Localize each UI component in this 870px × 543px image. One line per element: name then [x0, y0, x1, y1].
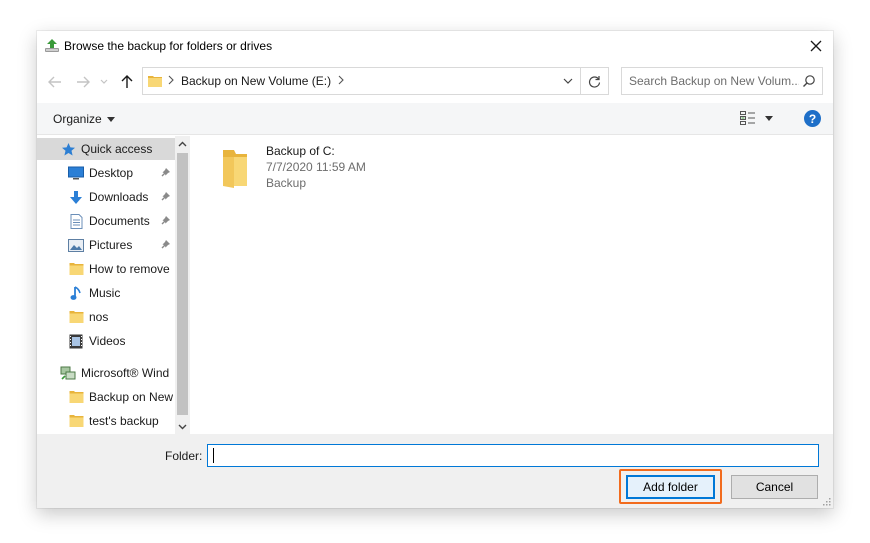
nav-item-label: nos — [89, 310, 109, 324]
file-type: Backup — [266, 176, 307, 190]
folder-input[interactable] — [207, 444, 819, 467]
add-folder-button[interactable]: Add folder — [626, 475, 715, 499]
nav-item-tests-backup[interactable]: test's backup — [37, 410, 175, 432]
backup-browse-icon — [45, 39, 59, 52]
arrow-left-icon — [48, 76, 61, 88]
command-toolbar: Organize ? — [37, 103, 833, 135]
navigation-pane-scrollbar[interactable] — [175, 136, 190, 434]
chevron-right-icon[interactable] — [168, 75, 174, 85]
network-icon — [60, 365, 76, 381]
text-cursor — [213, 448, 214, 463]
arrow-up-icon — [121, 75, 133, 88]
refresh-icon — [588, 75, 601, 88]
up-button[interactable] — [117, 72, 137, 92]
nav-item-backup-on-new[interactable]: Backup on New — [37, 386, 175, 408]
help-button[interactable]: ? — [804, 110, 821, 127]
dialog-footer: Folder: Add folder Cancel — [37, 434, 833, 508]
folder-icon — [148, 76, 162, 87]
pin-icon — [161, 168, 170, 177]
caret-down-icon — [765, 115, 773, 121]
address-path[interactable]: Backup on New Volume (E:) — [181, 74, 331, 88]
navigation-bar: Backup on New Volume (E:) — [37, 61, 833, 103]
address-history-dropdown[interactable] — [558, 68, 578, 94]
nav-item-label: Pictures — [89, 238, 133, 252]
search-icon[interactable] — [802, 74, 816, 88]
folder-icon — [223, 150, 247, 188]
title-bar: Browse the backup for folders or drives — [37, 31, 833, 61]
scroll-thumb[interactable] — [177, 153, 188, 415]
file-date: 7/7/2020 11:59 AM — [266, 160, 366, 174]
nav-item-music[interactable]: Music — [37, 282, 175, 304]
nav-item-pictures[interactable]: Pictures — [37, 234, 175, 256]
nav-item-label: Documents — [89, 214, 150, 228]
search-box[interactable] — [621, 67, 823, 95]
nav-item-downloads[interactable]: Downloads — [37, 186, 175, 208]
file-name: Backup of C: — [266, 144, 335, 158]
chevron-down-icon — [100, 79, 108, 84]
star-icon — [60, 141, 76, 157]
scroll-down-button[interactable] — [175, 419, 190, 434]
close-icon — [810, 40, 822, 52]
search-input[interactable] — [629, 74, 799, 88]
nav-item-how-to-remove[interactable]: How to remove — [37, 258, 175, 280]
window-title: Browse the backup for folders or drives — [64, 39, 273, 53]
desktop-icon — [68, 165, 84, 181]
nav-item-label: Quick access — [81, 142, 153, 156]
music-icon — [68, 285, 84, 301]
nav-item-label: Microsoft® Wind — [81, 366, 170, 380]
file-item-backup-of-c[interactable]: Backup of C: 7/7/2020 11:59 AM Backup — [215, 141, 415, 195]
pin-icon — [161, 216, 170, 225]
file-list: Backup of C: 7/7/2020 11:59 AM Backup — [190, 136, 833, 434]
pin-icon — [161, 240, 170, 249]
chevron-down-icon — [563, 78, 573, 84]
nav-item-label: Backup on New — [89, 390, 174, 404]
scroll-up-button[interactable] — [175, 136, 190, 151]
organize-label: Organize — [53, 112, 102, 126]
nav-item-label: test's backup — [89, 414, 159, 428]
nav-item-quick-access[interactable]: Quick access — [37, 138, 175, 160]
organize-menu[interactable]: Organize — [53, 112, 115, 126]
chevron-down-icon — [178, 424, 187, 429]
refresh-button[interactable] — [580, 68, 608, 94]
resize-grip-icon[interactable] — [821, 496, 831, 506]
browse-dialog: Browse the backup for folders or drives — [37, 31, 833, 508]
navigation-pane: Quick access Desktop Downloads Documents — [37, 136, 190, 434]
nav-item-label: Downloads — [89, 190, 149, 204]
arrow-right-icon — [77, 76, 90, 88]
nav-item-label: Videos — [89, 334, 126, 348]
video-icon — [68, 333, 84, 349]
caret-down-icon — [106, 116, 115, 122]
close-button[interactable] — [799, 31, 833, 61]
nav-item-nos[interactable]: nos — [37, 306, 175, 328]
nav-item-documents[interactable]: Documents — [37, 210, 175, 232]
nav-item-label: Desktop — [89, 166, 134, 180]
folder-icon — [68, 261, 84, 277]
change-view-button[interactable] — [740, 111, 773, 125]
nav-item-videos[interactable]: Videos — [37, 330, 175, 352]
cancel-button[interactable]: Cancel — [731, 475, 818, 499]
nav-item-label: Music — [89, 286, 121, 300]
folder-icon — [68, 389, 84, 405]
recent-locations-button[interactable] — [97, 72, 111, 92]
view-details-icon — [740, 111, 755, 125]
folder-label: Folder: — [165, 449, 203, 463]
pin-icon — [161, 192, 170, 201]
nav-item-label: How to remove — [89, 262, 170, 276]
folder-icon — [68, 413, 84, 429]
back-button[interactable] — [45, 72, 65, 92]
pictures-icon — [68, 237, 84, 253]
address-bar[interactable]: Backup on New Volume (E:) — [142, 67, 609, 95]
document-icon — [68, 213, 84, 229]
forward-button[interactable] — [73, 72, 93, 92]
chevron-right-icon[interactable] — [338, 75, 344, 85]
nav-item-desktop[interactable]: Desktop — [37, 162, 175, 184]
download-icon — [68, 189, 84, 205]
chevron-up-icon — [178, 141, 187, 146]
folder-icon — [68, 309, 84, 325]
nav-item-microsoft-windows-network[interactable]: Microsoft® Wind — [37, 362, 175, 384]
